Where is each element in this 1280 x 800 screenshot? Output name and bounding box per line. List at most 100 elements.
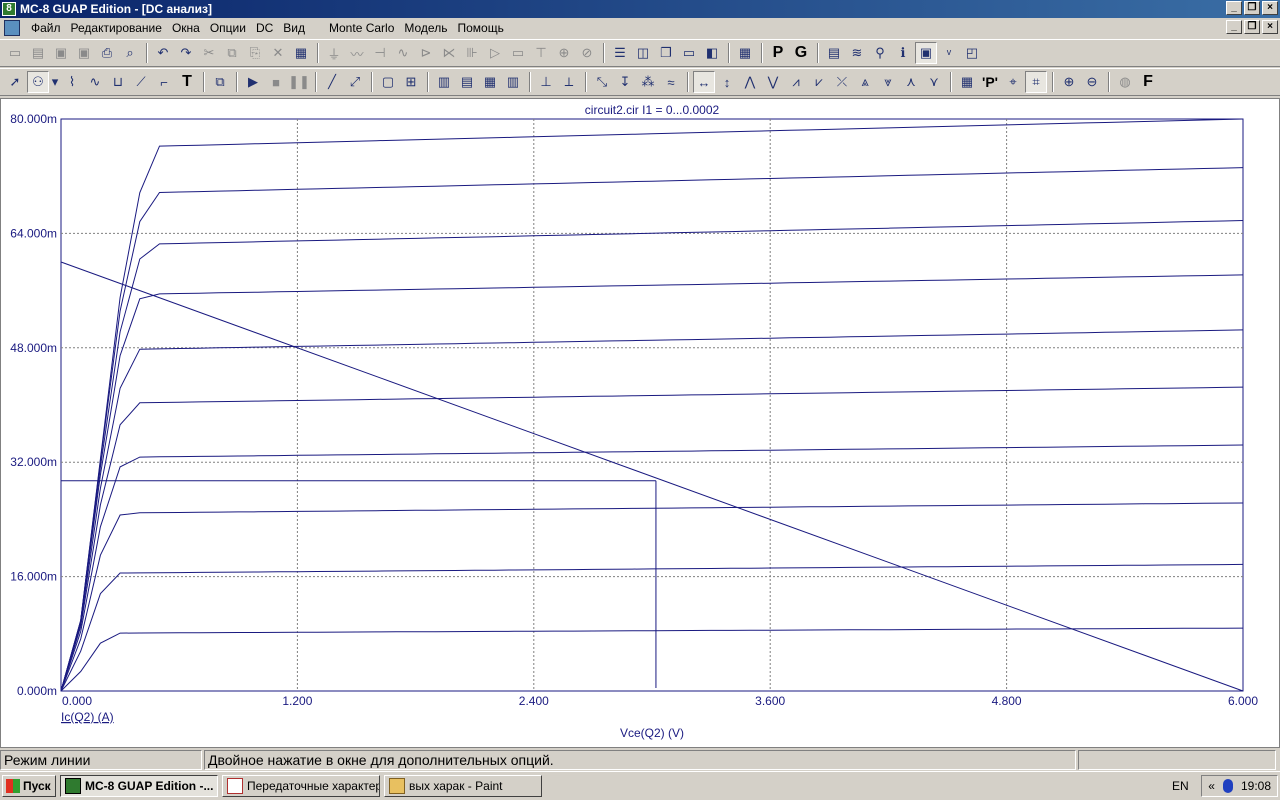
undo-icon[interactable]: ↶ — [152, 42, 174, 64]
save-all-icon[interactable]: ▣ — [73, 42, 95, 64]
axis-icon[interactable]: ⊥ — [535, 71, 557, 93]
minor-grid-icon[interactable]: ▥ — [433, 71, 455, 93]
dc-analysis-chart[interactable]: 0.000 1.200 2.400 3.600 4.800 6.000 0.000m 16.0… — [1, 99, 1279, 747]
global-high-icon[interactable]: ⩓ — [854, 71, 876, 93]
menu-options[interactable]: Опции — [205, 21, 251, 35]
cursor-icon[interactable]: ⟂ — [558, 71, 580, 93]
menu-file[interactable]: Файл — [26, 21, 66, 35]
stop-icon[interactable]: ■ — [265, 71, 287, 93]
next-point-icon[interactable]: ↧ — [614, 71, 636, 93]
dropdown-arrow-icon[interactable]: ▾ — [50, 71, 60, 93]
text-tool-button[interactable]: T — [176, 71, 198, 93]
p-label-button[interactable]: 'P' — [979, 71, 1001, 93]
add-plot-icon[interactable]: ◰ — [961, 42, 983, 64]
table-icon[interactable]: ▦ — [956, 71, 978, 93]
minimize-button[interactable]: _ — [1226, 1, 1242, 15]
battery-icon[interactable]: ⊪ — [461, 42, 483, 64]
high-icon[interactable]: ⩘ — [785, 71, 807, 93]
globe-icon[interactable]: ◍ — [1114, 71, 1136, 93]
child-minimize-button[interactable]: _ — [1226, 20, 1242, 34]
grid-vertical-icon[interactable]: ▥ — [502, 71, 524, 93]
child-close-button[interactable]: × — [1262, 20, 1278, 34]
top-icon[interactable]: ⋏ — [900, 71, 922, 93]
window-icon[interactable]: ▭ — [678, 42, 700, 64]
restore-button[interactable]: ❐ — [1244, 1, 1260, 15]
zoom-out-icon[interactable]: ⊖ — [1081, 71, 1103, 93]
probe-icon[interactable]: ⚲ — [869, 42, 891, 64]
tokens-icon[interactable]: ≈ — [660, 71, 682, 93]
numeric-output-icon[interactable]: ▤ — [823, 42, 845, 64]
source-icon[interactable]: ⊕ — [553, 42, 575, 64]
horizontal-cursor-icon[interactable]: ↔ — [693, 71, 715, 93]
split-window-icon[interactable]: ◧ — [701, 42, 723, 64]
diode-icon[interactable]: ⊳ — [415, 42, 437, 64]
task-paint[interactable]: вых харак - Paint — [384, 775, 542, 797]
cascade-icon[interactable]: ❐ — [655, 42, 677, 64]
language-indicator[interactable]: EN — [1172, 779, 1189, 793]
print-icon[interactable]: ⎙ — [96, 42, 118, 64]
line-arrow-icon[interactable]: ⤢ — [344, 71, 366, 93]
run-icon[interactable]: ▶ — [242, 71, 264, 93]
tag-horizontal-icon[interactable]: ⌗ — [1025, 71, 1047, 93]
ground-icon[interactable]: ⏚ — [323, 42, 345, 64]
menu-edit[interactable]: Редактирование — [66, 21, 167, 35]
menu-dc[interactable]: DC — [251, 21, 278, 35]
tray-expand-icon[interactable]: « — [1208, 779, 1215, 793]
tag-icon[interactable]: ⌖ — [1002, 71, 1024, 93]
menu-help[interactable]: Помощь — [452, 21, 508, 35]
wire-icon[interactable]: ⌇ — [61, 71, 83, 93]
menu-monte-carlo[interactable]: Monte Carlo — [324, 21, 399, 35]
close-button[interactable]: × — [1262, 1, 1278, 15]
save-icon[interactable]: ▣ — [50, 42, 72, 64]
task-microcap[interactable]: MC-8 GUAP Edition -... — [60, 775, 218, 797]
properties-icon[interactable]: ⧉ — [209, 71, 231, 93]
macro-icon[interactable]: ▭ — [507, 42, 529, 64]
transistor-icon[interactable]: ⋉ — [438, 42, 460, 64]
waveform-icon[interactable]: ≋ — [846, 42, 868, 64]
vertical-cursor-icon[interactable]: ↕ — [716, 71, 738, 93]
menu-model[interactable]: Модель — [399, 21, 452, 35]
p-button[interactable]: P — [767, 42, 789, 64]
zoom-in-icon[interactable]: ⊕ — [1058, 71, 1080, 93]
info-icon[interactable]: ℹ — [892, 42, 914, 64]
capacitor-icon[interactable]: ⊣ — [369, 42, 391, 64]
bus-icon[interactable]: ⊔ — [107, 71, 129, 93]
plot-window[interactable]: 0.000 1.200 2.400 3.600 4.800 6.000 0.000m 16.0… — [0, 98, 1280, 748]
border-icon[interactable]: ▢ — [377, 71, 399, 93]
bluetooth-icon[interactable] — [1222, 779, 1233, 793]
document-icon[interactable] — [4, 20, 20, 36]
grid-icon[interactable]: ⊞ — [400, 71, 422, 93]
select-mode-icon[interactable]: ➚ — [4, 71, 26, 93]
new-file-icon[interactable]: ▭ — [4, 42, 26, 64]
menu-view[interactable]: Вид — [278, 21, 310, 35]
tile-vertical-icon[interactable]: ◫ — [632, 42, 654, 64]
tile-horizontal-icon[interactable]: ☰ — [609, 42, 631, 64]
grid-both-icon[interactable]: ▦ — [479, 71, 501, 93]
open-folder-icon[interactable]: ▤ — [27, 42, 49, 64]
peak-icon[interactable]: ⋀ — [739, 71, 761, 93]
resistor-icon[interactable]: 〰 — [346, 42, 368, 64]
valley-icon[interactable]: ⋁ — [762, 71, 784, 93]
node-icon[interactable]: ⌐ — [153, 71, 175, 93]
data-points-icon[interactable]: ⁂ — [637, 71, 659, 93]
scale-icon[interactable]: ⤡ — [591, 71, 613, 93]
plot-window-icon[interactable]: ▣ — [915, 42, 937, 64]
values-icon[interactable]: ᵛ — [938, 42, 960, 64]
redo-icon[interactable]: ↷ — [175, 42, 197, 64]
select-all-icon[interactable]: ▦ — [290, 42, 312, 64]
inflection-icon[interactable]: ⤫ — [831, 71, 853, 93]
component-mode-icon[interactable]: ⚇ — [27, 71, 49, 93]
f-button[interactable]: F — [1137, 71, 1159, 93]
copy-icon[interactable]: ⧉ — [221, 42, 243, 64]
inductor-icon[interactable]: ∿ — [392, 42, 414, 64]
major-grid-icon[interactable]: ▤ — [456, 71, 478, 93]
print-preview-icon[interactable]: ⌕ — [119, 42, 141, 64]
low-icon[interactable]: ⩗ — [808, 71, 830, 93]
g-button[interactable]: G — [790, 42, 812, 64]
opamp-icon[interactable]: ▷ — [484, 42, 506, 64]
child-restore-button[interactable]: ❐ — [1244, 20, 1260, 34]
bezier-icon[interactable]: ∿ — [84, 71, 106, 93]
start-button[interactable]: Пуск — [2, 775, 56, 797]
current-source-icon[interactable]: ⊘ — [576, 42, 598, 64]
menu-windows[interactable]: Окна — [167, 21, 205, 35]
